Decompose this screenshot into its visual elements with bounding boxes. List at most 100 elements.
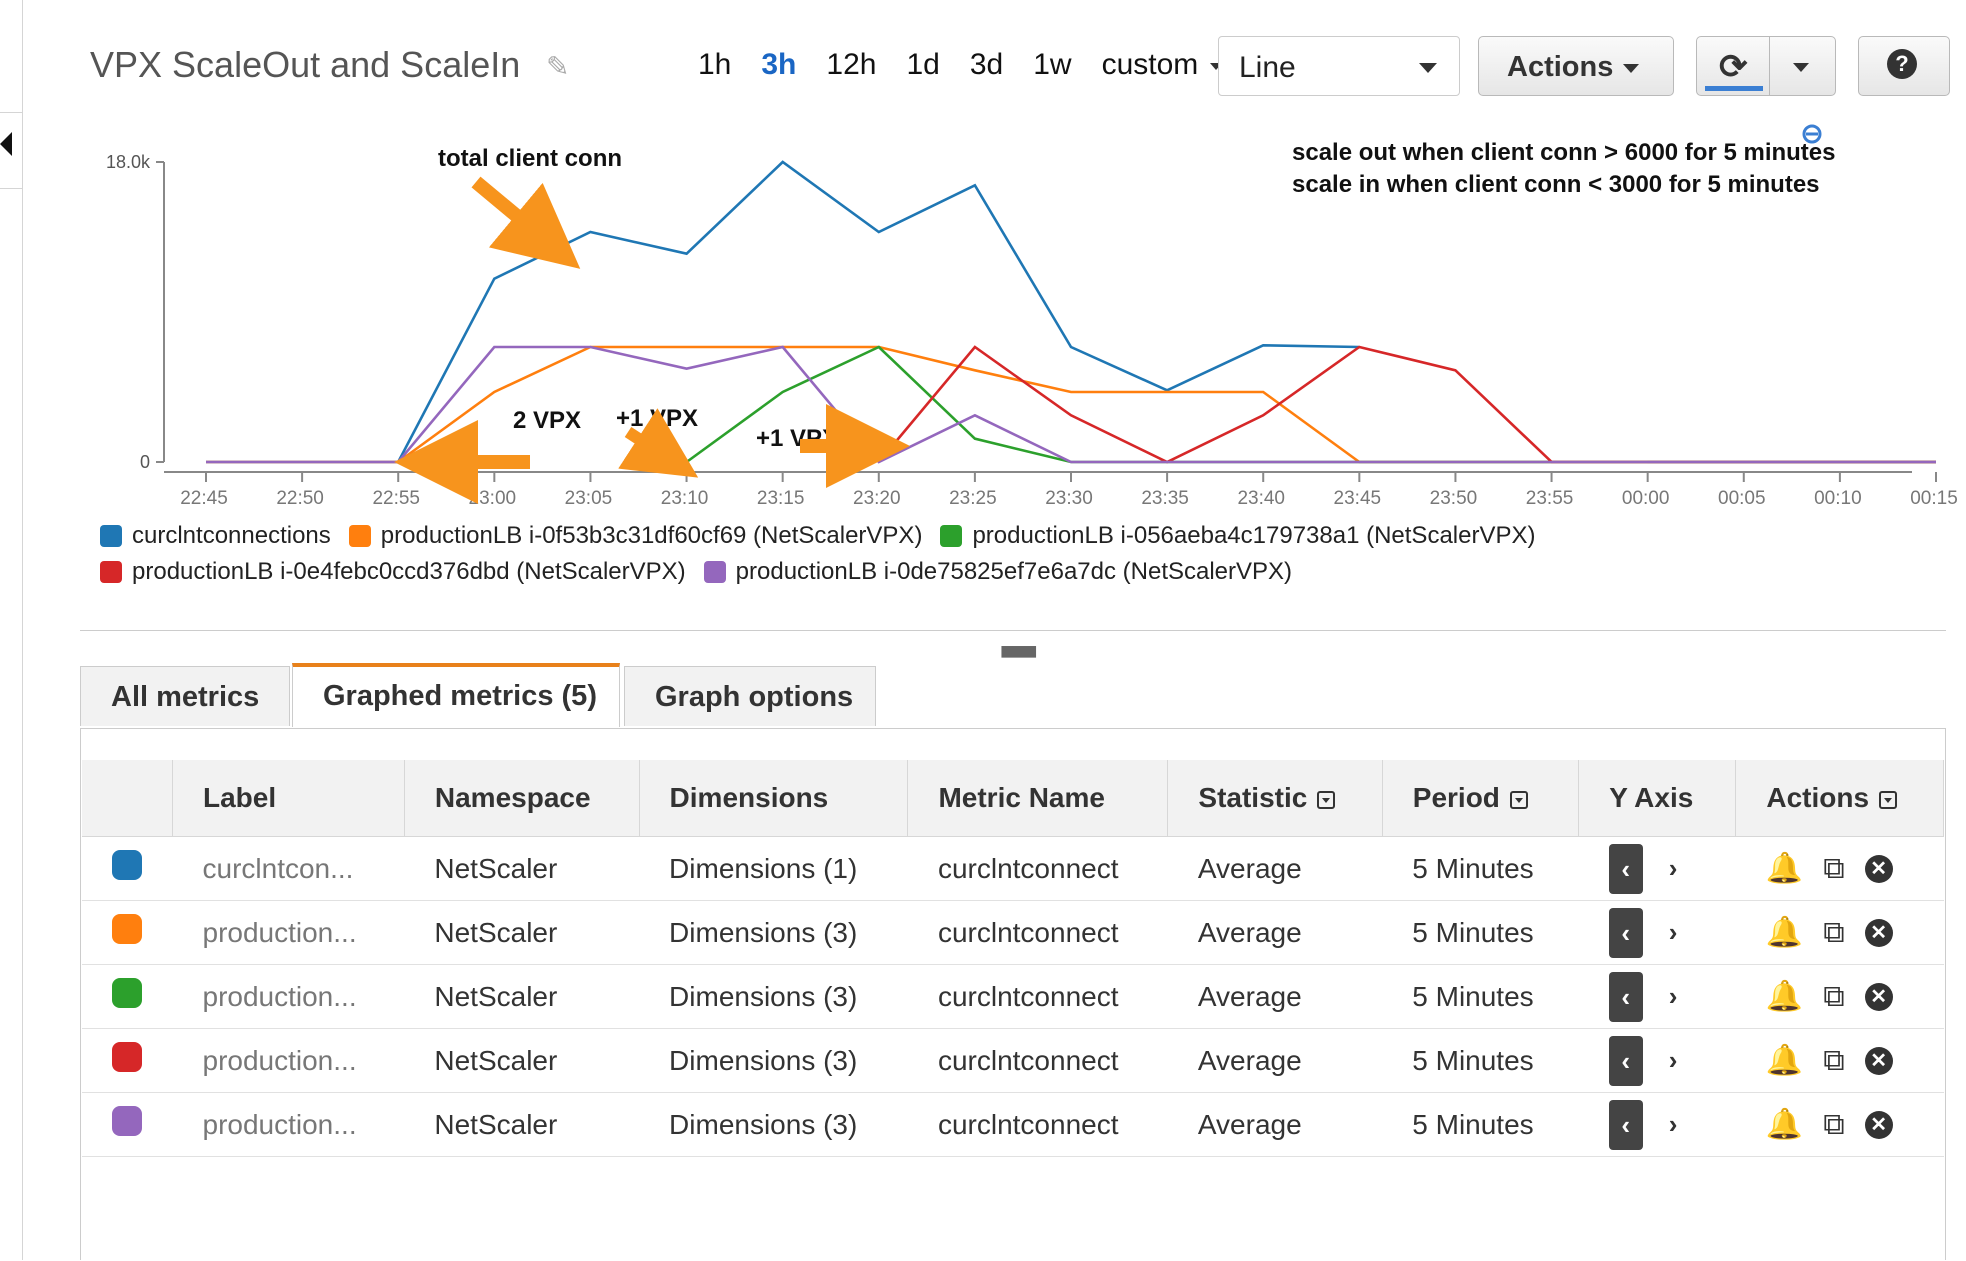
panel-divider (80, 630, 1946, 631)
tab-graphed-metrics[interactable]: Graphed metrics (5) (292, 663, 620, 727)
y-axis-right-button[interactable]: › (1669, 917, 1678, 948)
header-actions[interactable]: Actions (1735, 760, 1944, 837)
period-cell[interactable]: 5 Minutes (1382, 1092, 1579, 1157)
legend-item[interactable]: productionLB i-0e4febc0ccd376dbd (NetSca… (100, 554, 686, 590)
y-axis-right-button[interactable]: › (1669, 853, 1678, 884)
line-chart: 18.0k 0 22:45 22:50 22:55 23:00 23:05 23:10 23:1… (106, 124, 1958, 509)
legend-swatch (100, 561, 122, 583)
bell-icon[interactable]: 🔔 (1766, 1043, 1803, 1078)
label-cell[interactable]: curclntcon... (172, 836, 405, 901)
statistic-cell[interactable]: Average (1167, 836, 1383, 901)
duplicate-icon[interactable]: ⧉ (1823, 1108, 1844, 1142)
table-row[interactable]: production... NetScaler Dimensions (3) curc… (82, 1092, 1944, 1157)
dropdown-icon[interactable] (1509, 790, 1528, 809)
bell-icon[interactable]: 🔔 (1766, 851, 1803, 886)
statistic-cell[interactable]: Average (1167, 1028, 1383, 1093)
legend-label: productionLB i-0de75825ef7e6a7dc (NetSca… (735, 558, 1293, 585)
label-cell[interactable]: production... (172, 1028, 405, 1093)
color-cell[interactable] (82, 836, 173, 901)
color-swatch[interactable] (112, 1106, 142, 1136)
bell-icon[interactable]: 🔔 (1766, 1107, 1803, 1142)
actions-cell: 🔔 ⧉ ✕ (1735, 1092, 1944, 1157)
color-cell[interactable] (82, 900, 173, 965)
y-tick-label: 18.0k (106, 152, 151, 172)
legend-swatch (703, 561, 726, 583)
namespace-cell: NetScaler (404, 1092, 640, 1157)
legend-item[interactable]: curclntconnections (100, 518, 331, 554)
bell-icon[interactable]: 🔔 (1766, 915, 1803, 950)
statistic-cell[interactable]: Average (1167, 964, 1383, 1029)
annotation-2-vpx: 2 VPX (513, 407, 581, 434)
period-cell[interactable]: 5 Minutes (1382, 900, 1579, 965)
y-axis-left-button[interactable]: ‹ (1608, 1035, 1643, 1086)
header-statistic[interactable]: Statistic (1167, 760, 1383, 837)
dimensions-cell[interactable]: Dimensions (3) (639, 900, 908, 965)
period-cell[interactable]: 5 Minutes (1382, 1028, 1579, 1093)
period-cell[interactable]: 5 Minutes (1382, 836, 1579, 901)
statistic-cell[interactable]: Average (1167, 1092, 1383, 1157)
y-axis-right-button[interactable]: › (1669, 1045, 1678, 1076)
table-row[interactable]: production... NetScaler Dimensions (3) curc… (82, 900, 1944, 965)
label-cell[interactable]: production... (172, 1092, 405, 1157)
y-axis-right-button[interactable]: › (1669, 1109, 1678, 1140)
dropdown-icon[interactable] (1317, 790, 1336, 809)
remove-icon[interactable]: ✕ (1864, 1046, 1893, 1075)
y-axis-right-button[interactable]: › (1669, 981, 1678, 1012)
dropdown-icon[interactable] (1879, 790, 1898, 809)
header-period[interactable]: Period (1382, 760, 1580, 837)
tab-graph-options[interactable]: Graph options (624, 666, 876, 726)
resize-grip-icon[interactable]: ■■■ (1000, 638, 1037, 666)
label-cell[interactable]: production... (172, 964, 405, 1029)
x-tick-label: 00:10 (1814, 488, 1862, 509)
table-row[interactable]: production... NetScaler Dimensions (3) curc… (82, 1028, 1944, 1093)
color-swatch[interactable] (112, 914, 142, 944)
duplicate-icon[interactable]: ⧉ (1823, 852, 1844, 886)
series-line-4 (206, 345, 1936, 464)
table-row[interactable]: curclntcon... NetScaler Dimensions (1) curc… (82, 836, 1944, 901)
duplicate-icon[interactable]: ⧉ (1823, 980, 1844, 1014)
bell-icon[interactable]: 🔔 (1766, 979, 1803, 1014)
y-axis-left-button[interactable]: ‹ (1608, 907, 1643, 958)
period-cell[interactable]: 5 Minutes (1382, 964, 1579, 1029)
color-cell[interactable] (82, 1028, 173, 1093)
y-axis-cell: ‹ › (1578, 1092, 1736, 1157)
remove-icon[interactable]: ✕ (1864, 1110, 1893, 1139)
period-header-label: Period (1412, 782, 1500, 813)
tab-all-metrics[interactable]: All metrics (80, 666, 290, 726)
metric-name-cell: curclntconnect (907, 1028, 1168, 1093)
color-cell[interactable] (82, 1092, 173, 1157)
y-axis-left-button[interactable]: ‹ (1608, 1099, 1643, 1150)
y-axis-cell: ‹ › (1578, 900, 1736, 965)
actions-header-label: Actions (1766, 782, 1870, 813)
remove-icon[interactable]: ✕ (1864, 918, 1893, 947)
header-dimensions: Dimensions (639, 760, 909, 837)
color-swatch[interactable] (112, 978, 142, 1008)
dimensions-cell[interactable]: Dimensions (3) (639, 1092, 908, 1157)
color-cell[interactable] (82, 964, 173, 1029)
dimensions-cell[interactable]: Dimensions (1) (639, 836, 908, 901)
duplicate-icon[interactable]: ⧉ (1823, 916, 1844, 950)
x-tick-label: 23:30 (1045, 488, 1093, 509)
remove-icon[interactable]: ✕ (1864, 854, 1893, 883)
color-swatch[interactable] (112, 850, 142, 880)
metric-name-cell: curclntconnect (907, 900, 1168, 965)
namespace-cell: NetScaler (404, 964, 640, 1029)
legend-item[interactable]: productionLB i-056aeba4c179738a1 (NetSca… (940, 518, 1535, 554)
dimensions-cell[interactable]: Dimensions (3) (639, 1028, 908, 1093)
dimensions-cell[interactable]: Dimensions (3) (639, 964, 908, 1029)
namespace-cell: NetScaler (404, 836, 640, 901)
legend-item[interactable]: productionLB i-0de75825ef7e6a7dc (NetSca… (703, 554, 1293, 590)
x-tick-label: 23:25 (949, 488, 997, 509)
annotation-scale-out-rule: scale out when client conn > 6000 for 5 … (1292, 139, 1836, 166)
duplicate-icon[interactable]: ⧉ (1823, 1044, 1844, 1078)
y-axis-left-button[interactable]: ‹ (1608, 971, 1643, 1022)
color-swatch[interactable] (112, 1042, 142, 1072)
label-cell[interactable]: production... (172, 900, 405, 965)
legend-item[interactable]: productionLB i-0f53b3c31df60cf69 (NetSca… (348, 518, 922, 554)
x-tick-label: 00:15 (1910, 488, 1958, 509)
remove-icon[interactable]: ✕ (1864, 982, 1893, 1011)
series-line-1 (206, 345, 1936, 464)
y-axis-left-button[interactable]: ‹ (1608, 843, 1643, 894)
table-row[interactable]: production... NetScaler Dimensions (3) curc… (82, 964, 1944, 1029)
statistic-cell[interactable]: Average (1167, 900, 1383, 965)
